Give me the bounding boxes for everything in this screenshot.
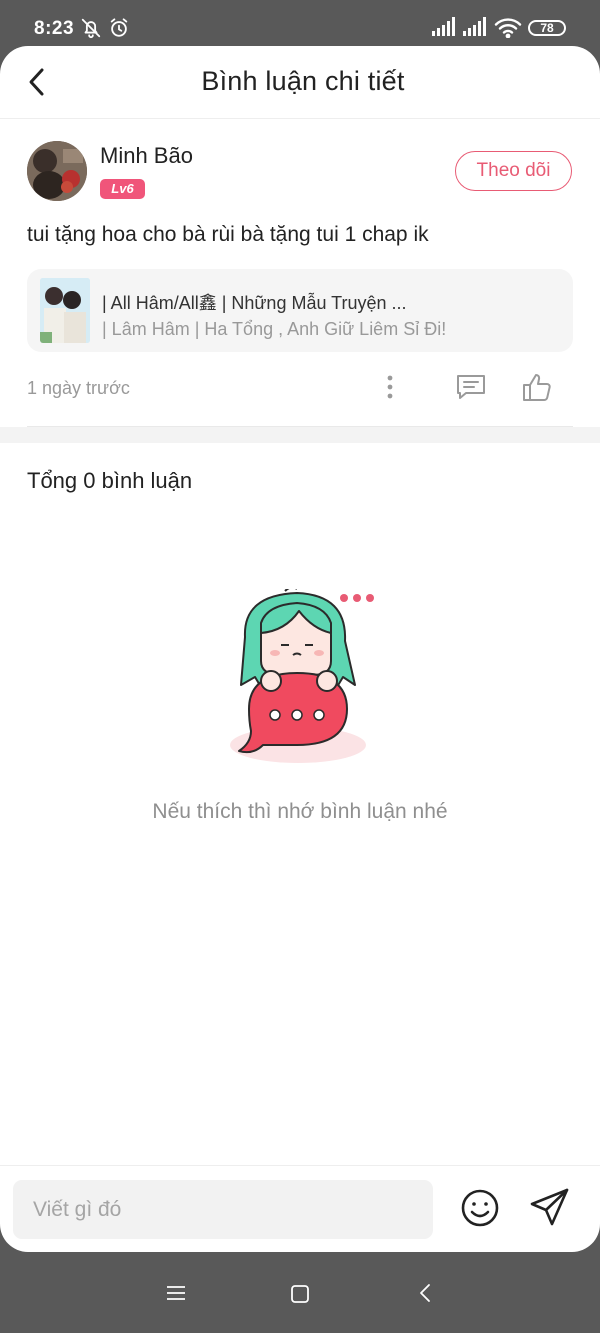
menu-icon[interactable]	[166, 1285, 186, 1306]
signal-icon	[432, 17, 458, 42]
battery-icon: 78	[528, 20, 566, 36]
post-time: 1 ngày trước	[27, 378, 130, 398]
level-badge: Lv6	[100, 179, 145, 199]
story-thumbnail	[40, 278, 90, 343]
more-vertical-icon[interactable]	[381, 374, 399, 405]
avatar[interactable]	[27, 141, 87, 201]
follow-button[interactable]: Theo dõi	[455, 151, 572, 191]
empty-state-illustration	[225, 586, 375, 774]
bell-off-icon	[80, 17, 102, 44]
header: Bình luận chi tiết	[0, 46, 600, 119]
comment-icon[interactable]	[456, 373, 486, 406]
smiley-icon[interactable]	[459, 1187, 501, 1234]
back-icon[interactable]	[418, 1283, 432, 1308]
status-time: 8:23	[34, 18, 75, 39]
app-screen: Bình luận chi tiết Minh Bão Lv6 Theo dõi…	[0, 46, 600, 1252]
post-text: tui tặng hoa cho bà rùi bà tặng tui 1 ch…	[27, 223, 429, 246]
comment-count: Tổng 0 bình luận	[27, 468, 193, 493]
send-icon[interactable]	[529, 1186, 571, 1233]
wifi-icon	[494, 18, 522, 43]
page-title: Bình luận chi tiết	[201, 66, 405, 96]
divider	[0, 1165, 600, 1166]
alarm-icon	[108, 17, 130, 44]
comment-input[interactable]	[13, 1180, 433, 1239]
signal-icon	[463, 17, 489, 42]
section-divider	[0, 427, 600, 443]
story-title: | All Hâm/All鑫 | Những Mẫu Truyện ...	[102, 293, 407, 313]
story-subtitle: | Lâm Hâm | Ha Tổng , Anh Giữ Liêm Sỉ Đi…	[102, 319, 447, 339]
empty-state-text: Nếu thích thì nhớ bình luận nhé	[152, 800, 448, 823]
story-card[interactable]: | All Hâm/All鑫 | Những Mẫu Truyện ... | …	[27, 269, 573, 352]
thumbs-up-icon[interactable]	[522, 372, 552, 407]
username[interactable]: Minh Bão	[100, 143, 193, 169]
home-square-icon[interactable]	[290, 1284, 310, 1309]
